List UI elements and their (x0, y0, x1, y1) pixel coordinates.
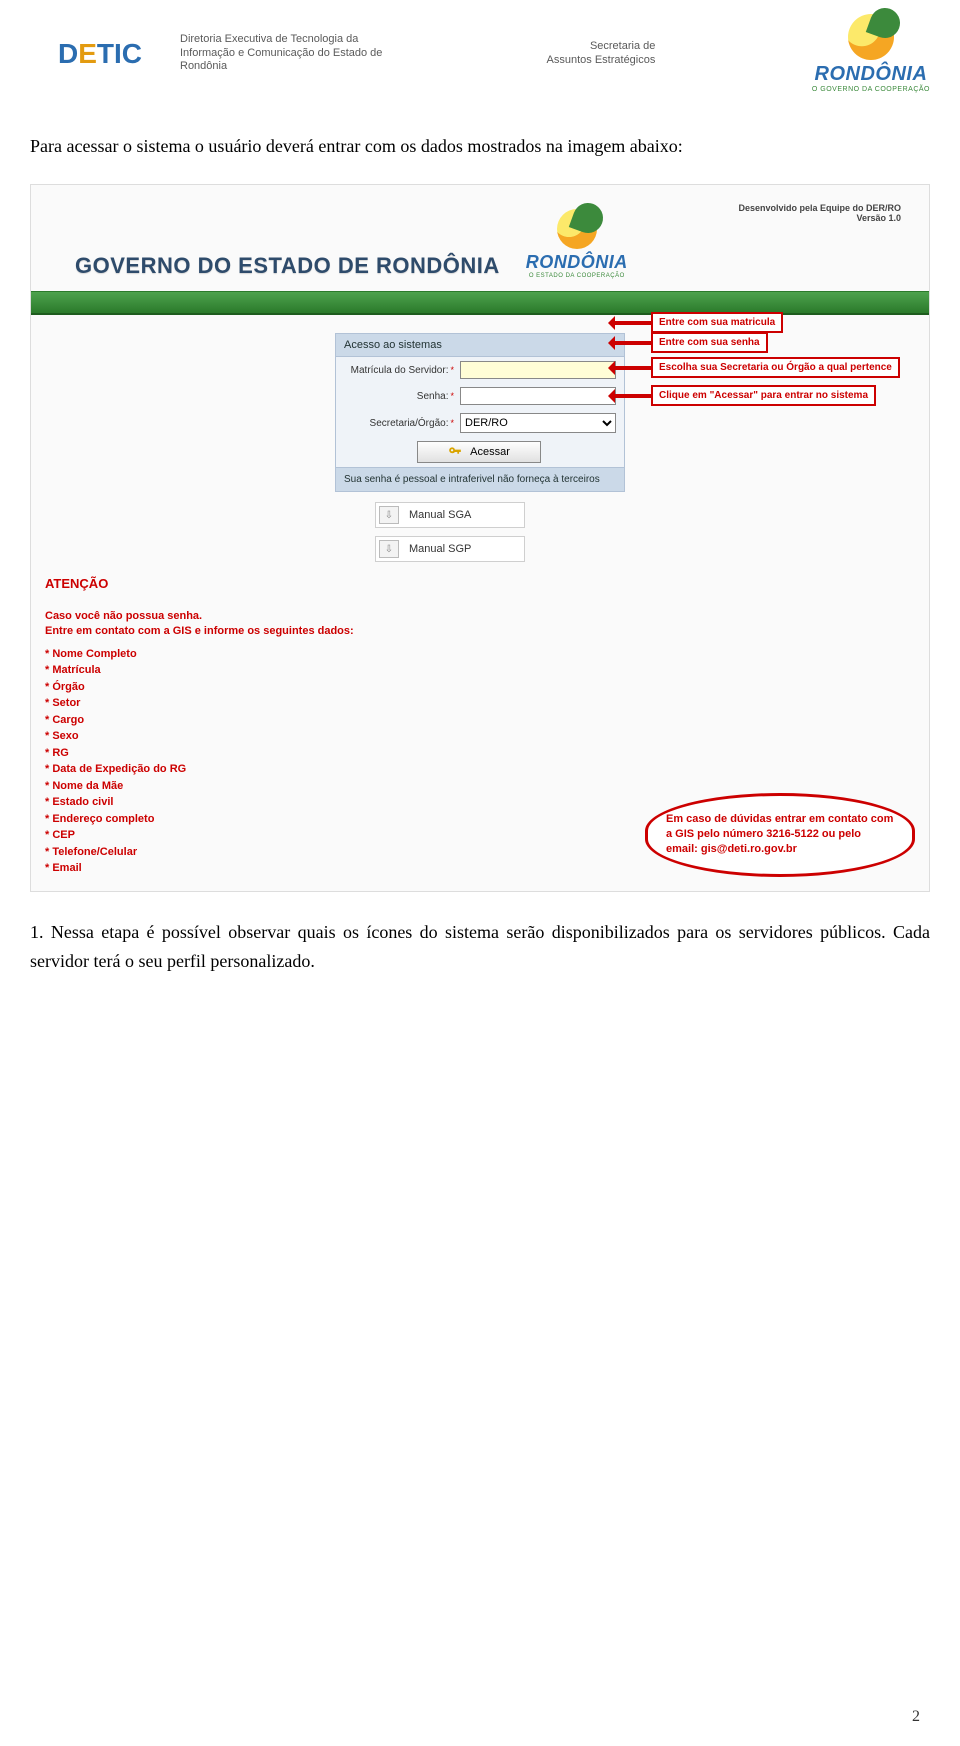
atencao-item: * Órgão (45, 679, 929, 696)
tip-label: Entre com sua senha (651, 332, 768, 353)
label-matricula: Matrícula do Servidor:* (342, 365, 454, 376)
arrow-icon (611, 321, 651, 325)
document-icon: ⇩ (379, 540, 399, 558)
sae-subtitle: Secretaria de Assuntos Estratégicos (547, 40, 656, 68)
tip-label: Entre com sua matricula (651, 312, 783, 333)
gov-title: GOVERNO DO ESTADO DE RONDÔNIA (75, 253, 500, 279)
tip-secretaria: Escolha sua Secretaria ou Órgão a qual p… (611, 357, 900, 378)
note-paragraph: 1. Nessa etapa é possível observar quais… (30, 918, 930, 976)
header-right: RONDÔNIA O GOVERNO DA COOPERAÇÃO (812, 14, 930, 93)
arrow-icon (611, 366, 651, 370)
atencao-item: * Cargo (45, 712, 929, 729)
tip-senha: Entre com sua senha (611, 332, 768, 353)
manual-sga-button[interactable]: ⇩ Manual SGA (375, 502, 525, 528)
app-header: GOVERNO DO ESTADO DE RONDÔNIA RONDÔNIA O… (31, 185, 929, 291)
intro-paragraph: Para acessar o sistema o usuário deverá … (30, 133, 930, 160)
atencao-item: * Matrícula (45, 662, 929, 679)
sae-line1: Secretaria de (590, 40, 655, 52)
app-rondonia-word: RONDÔNIA (526, 252, 628, 273)
document-icon: ⇩ (379, 506, 399, 524)
atencao-sub2: Entre em contato com a GIS e informe os … (45, 624, 929, 639)
rondonia-emblem-icon (557, 209, 597, 249)
atencao-item: * Data de Expedição do RG (45, 761, 929, 778)
manual-sgp-button[interactable]: ⇩ Manual SGP (375, 536, 525, 562)
row-secretaria: Secretaria/Órgão:* DER/RO (336, 409, 624, 437)
matricula-input[interactable] (460, 361, 616, 379)
manual-block: ⇩ Manual SGA ⇩ Manual SGP (335, 502, 625, 562)
arrow-icon (611, 394, 651, 398)
atencao-sub1: Caso você não possua senha. (45, 609, 929, 624)
senha-input[interactable] (460, 387, 616, 405)
green-bar (31, 291, 929, 315)
header-middle: Secretaria de Assuntos Estratégicos (547, 40, 656, 68)
row-matricula: Matrícula do Servidor:* (336, 357, 624, 383)
row-senha: Senha:* (336, 383, 624, 409)
contact-oval: Em caso de dúvidas entrar em contato com… (645, 793, 915, 877)
label-senha-text: Senha: (417, 391, 449, 402)
atencao-item: * Setor (45, 695, 929, 712)
manual-sgp-label: Manual SGP (409, 543, 471, 555)
rondonia-emblem-icon (848, 14, 894, 60)
tip-matricula: Entre com sua matricula (611, 312, 783, 333)
login-screenshot: Desenvolvido pela Equipe do DER/RO Versã… (30, 184, 930, 892)
sae-line2: Assuntos Estratégicos (547, 54, 656, 66)
key-icon (448, 445, 462, 459)
label-secretaria: Secretaria/Órgão:* (342, 418, 454, 429)
manual-sga-label: Manual SGA (409, 509, 471, 521)
secretaria-select[interactable]: DER/RO (460, 413, 616, 433)
login-panel-title: Acesso ao sistemas (336, 334, 624, 357)
page-number: 2 (912, 1708, 920, 1726)
atencao-item: * Nome da Mãe (45, 778, 929, 795)
atencao-item: * Nome Completo (45, 646, 929, 663)
label-secretaria-text: Secretaria/Órgão: (370, 418, 449, 429)
atencao-item: * Sexo (45, 728, 929, 745)
rondonia-tagline: O GOVERNO DA COOPERAÇÃO (812, 86, 930, 93)
login-panel: Acesso ao sistemas Matrícula do Servidor… (335, 333, 625, 492)
atencao-item: * RG (45, 745, 929, 762)
required-icon: * (450, 391, 454, 401)
detic-logo: DETIC (30, 25, 170, 83)
label-senha: Senha:* (342, 391, 454, 402)
app-rondonia-logo: RONDÔNIA O ESTADO DA COOPERAÇÃO (526, 209, 628, 279)
required-icon: * (450, 365, 454, 375)
row-acessar: Acessar (336, 437, 624, 467)
document-header: DETIC Diretoria Executiva de Tecnologia … (30, 14, 930, 93)
acessar-label: Acessar (470, 446, 510, 458)
app-rondonia-tag: O ESTADO DA COOPERAÇÃO (529, 273, 625, 279)
tip-acessar: Clique em "Acessar" para entrar no siste… (611, 385, 876, 406)
rondonia-word: RONDÔNIA (815, 63, 928, 86)
atencao-title: ATENÇÃO (45, 576, 929, 591)
rondonia-logo: RONDÔNIA O GOVERNO DA COOPERAÇÃO (812, 14, 930, 93)
required-icon: * (450, 418, 454, 428)
acessar-button[interactable]: Acessar (417, 441, 541, 463)
header-left: DETIC Diretoria Executiva de Tecnologia … (30, 25, 390, 83)
label-matricula-text: Matrícula do Servidor: (351, 365, 449, 376)
login-panel-footer: Sua senha é pessoal e intraferivel não f… (336, 467, 624, 491)
arrow-icon (611, 341, 651, 345)
tip-label: Escolha sua Secretaria ou Órgão a qual p… (651, 357, 900, 378)
detic-subtitle: Diretoria Executiva de Tecnologia da Inf… (180, 33, 390, 74)
tip-label: Clique em "Acessar" para entrar no siste… (651, 385, 876, 406)
